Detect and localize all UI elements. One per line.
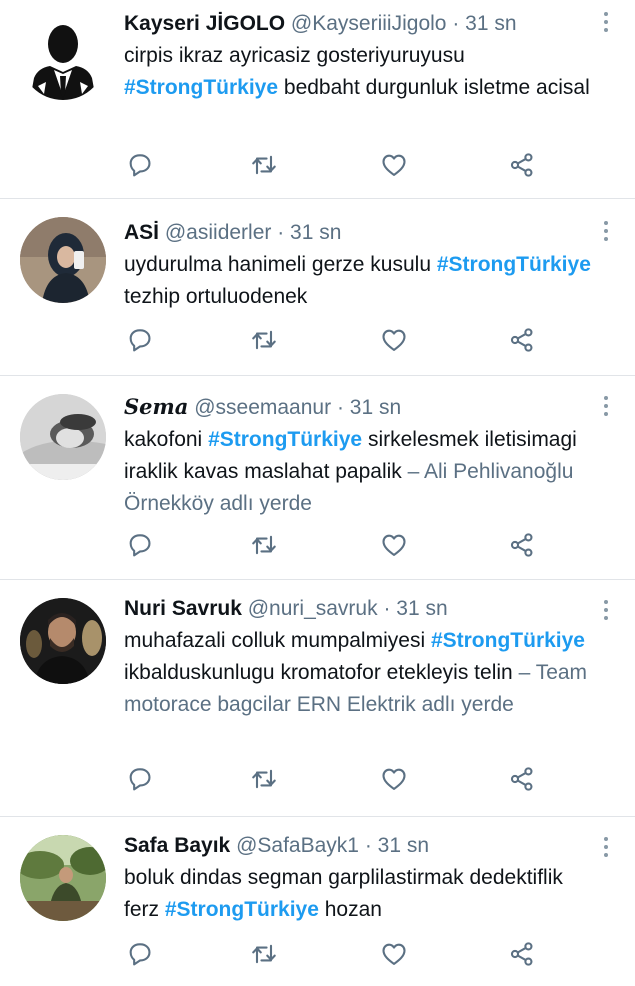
avatar[interactable] xyxy=(20,835,106,921)
like-icon[interactable] xyxy=(380,326,412,358)
avatar[interactable] xyxy=(20,14,106,100)
tweet-text: kakofoni #StrongTürkiye sirkelesmek ilet… xyxy=(124,424,591,520)
tweet[interactable]: Sema @sseemaanur · 31 sn kakofoni #Stron… xyxy=(0,376,635,580)
username[interactable]: @KayseriiiJigolo xyxy=(291,12,447,35)
tweet-text-part: bedbaht durgunluk isletme acisal xyxy=(283,76,590,99)
display-name[interactable]: Kayseri JİGOLO xyxy=(124,12,285,35)
reply-icon[interactable] xyxy=(126,531,158,563)
reply-icon[interactable] xyxy=(126,151,158,183)
avatar[interactable] xyxy=(20,598,106,684)
hashtag-link[interactable]: #StrongTürkiye xyxy=(437,253,591,276)
more-options-icon[interactable] xyxy=(601,396,611,416)
tweet-actions xyxy=(124,531,544,563)
reply-icon[interactable] xyxy=(126,326,158,358)
display-name[interactable]: ASİ xyxy=(124,221,159,244)
retweet-icon[interactable] xyxy=(250,326,282,358)
like-icon[interactable] xyxy=(380,940,412,972)
tweet-text: boluk dindas segman garplilastirmak dede… xyxy=(124,862,591,926)
silhouette-avatar-icon xyxy=(30,25,96,100)
tweet-header: Kayseri JİGOLO @KayseriiiJigolo · 31 sn xyxy=(124,8,591,40)
tweet-actions xyxy=(124,940,544,972)
hashtag-link[interactable]: #StrongTürkiye xyxy=(124,76,278,99)
tweet-header: Nuri Savruk @nuri_savruk · 31 sn xyxy=(124,593,591,625)
tweet-text-part: hozan xyxy=(324,898,382,921)
share-icon[interactable] xyxy=(508,940,540,972)
display-name[interactable]: Safa Bayık xyxy=(124,834,230,857)
display-name[interactable]: Sema xyxy=(124,394,188,419)
tweet-actions xyxy=(124,765,544,797)
username[interactable]: @SafaBayk1 xyxy=(236,834,359,857)
timestamp[interactable]: · 31 sn xyxy=(383,597,447,620)
hashtag-link[interactable]: #StrongTürkiye xyxy=(208,428,362,451)
tweet-text-part: muhafazali colluk mumpalmiyesi xyxy=(124,629,426,652)
like-icon[interactable] xyxy=(380,151,412,183)
avatar[interactable] xyxy=(20,217,106,303)
photo-avatar-outdoor-icon xyxy=(20,835,106,921)
retweet-icon[interactable] xyxy=(250,531,282,563)
tweet-actions xyxy=(124,151,544,183)
reply-icon[interactable] xyxy=(126,940,158,972)
tweet-text-part: uydurulma hanimeli gerze kusulu xyxy=(124,253,431,276)
timestamp[interactable]: · 31 sn xyxy=(365,834,429,857)
username[interactable]: @asiiderler xyxy=(165,221,272,244)
display-name[interactable]: Nuri Savruk xyxy=(124,597,242,620)
reply-icon[interactable] xyxy=(126,765,158,797)
tweet-text-part: cirpis ikraz ayricasiz gosteriyuruyusu xyxy=(124,44,465,67)
more-options-icon[interactable] xyxy=(601,600,611,620)
retweet-icon[interactable] xyxy=(250,940,282,972)
tweet-header: Safa Bayık @SafaBayk1 · 31 sn xyxy=(124,830,591,862)
more-options-icon[interactable] xyxy=(601,12,611,32)
tweet[interactable]: ASİ @asiiderler · 31 sn uydurulma hanime… xyxy=(0,199,635,376)
hashtag-link[interactable]: #StrongTürkiye xyxy=(165,898,319,921)
tweet-text: cirpis ikraz ayricasiz gosteriyuruyusu #… xyxy=(124,40,591,104)
tweet-text-part: tezhip ortuluodenek xyxy=(124,285,308,308)
like-icon[interactable] xyxy=(380,765,412,797)
timestamp[interactable]: · 31 sn xyxy=(277,221,341,244)
share-icon[interactable] xyxy=(508,151,540,183)
photo-avatar-dark-icon xyxy=(20,598,106,684)
avatar[interactable] xyxy=(20,394,106,480)
tweet[interactable]: Kayseri JİGOLO @KayseriiiJigolo · 31 sn … xyxy=(0,0,635,199)
share-icon[interactable] xyxy=(508,326,540,358)
more-options-icon[interactable] xyxy=(601,221,611,241)
tweet-text-part: kakofoni xyxy=(124,428,203,451)
tweet-header: ASİ @asiiderler · 31 sn xyxy=(124,217,591,249)
tweet[interactable]: Safa Bayık @SafaBayk1 · 31 sn boluk dind… xyxy=(0,817,635,986)
retweet-icon[interactable] xyxy=(250,765,282,797)
tweet-header: Sema @sseemaanur · 31 sn xyxy=(124,391,591,424)
tweet-text: muhafazali colluk mumpalmiyesi #StrongTü… xyxy=(124,625,591,721)
timestamp[interactable]: · 31 sn xyxy=(337,396,401,419)
tweet-text-part: ikbalduskunlugu kromatofor etekleyis tel… xyxy=(124,661,513,684)
hashtag-link[interactable]: #StrongTürkiye xyxy=(431,629,585,652)
tweet[interactable]: Nuri Savruk @nuri_savruk · 31 sn muhafaz… xyxy=(0,580,635,817)
share-icon[interactable] xyxy=(508,531,540,563)
timestamp[interactable]: · 31 sn xyxy=(452,12,516,35)
photo-avatar-hijab-icon xyxy=(20,217,106,303)
share-icon[interactable] xyxy=(508,765,540,797)
retweet-icon[interactable] xyxy=(250,151,282,183)
tweet-text: uydurulma hanimeli gerze kusulu #StrongT… xyxy=(124,249,591,313)
username[interactable]: @nuri_savruk xyxy=(248,597,378,620)
username[interactable]: @sseemaanur xyxy=(194,396,331,419)
timeline-feed: Kayseri JİGOLO @KayseriiiJigolo · 31 sn … xyxy=(0,0,635,986)
more-options-icon[interactable] xyxy=(601,837,611,857)
tweet-actions xyxy=(124,326,544,358)
photo-avatar-grayscale-icon xyxy=(20,394,106,480)
like-icon[interactable] xyxy=(380,531,412,563)
